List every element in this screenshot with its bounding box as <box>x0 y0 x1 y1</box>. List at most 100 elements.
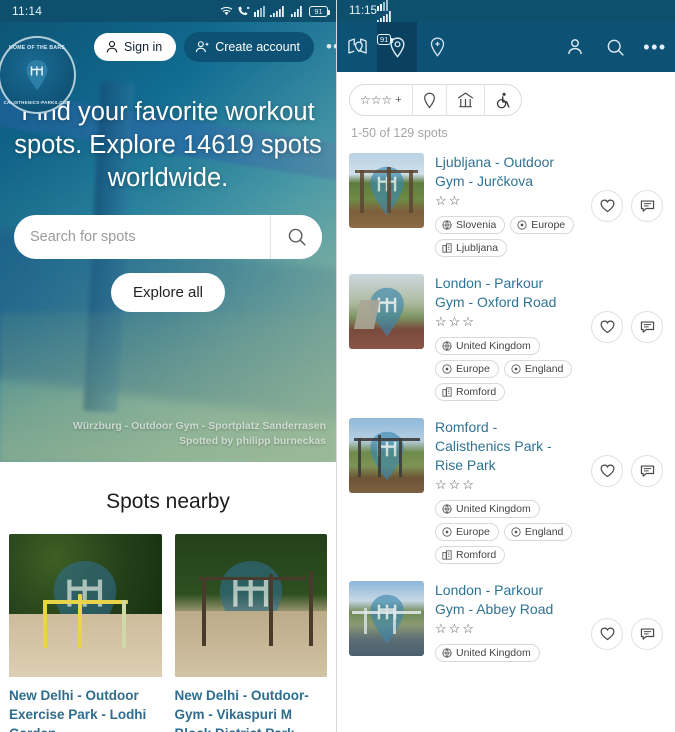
overflow-menu-icon[interactable]: ••• <box>324 37 336 57</box>
list-item[interactable]: Romford - Calisthenics Park - Rise Park … <box>349 413 663 576</box>
facility-filter-button[interactable] <box>447 85 485 115</box>
spot-thumbnail[interactable] <box>349 418 424 494</box>
tag-region[interactable]: England <box>503 360 573 379</box>
explore-all-button[interactable]: Explore all <box>110 273 226 313</box>
spot-rating: ☆☆☆ <box>435 314 476 330</box>
comment-icon <box>640 321 654 333</box>
comment-icon <box>640 628 654 641</box>
nearby-photo[interactable] <box>9 534 162 677</box>
spot-title[interactable]: London - Parkour Gym - Abbey Road <box>435 581 575 618</box>
heart-icon <box>600 465 614 478</box>
comment-button[interactable] <box>631 311 663 344</box>
spot-title[interactable]: Ljubljana - Outdoor Gym - Jurčkova <box>435 153 575 190</box>
hero-photo-location: Würzburg - Outdoor Gym - Sportplatz Sand… <box>72 419 326 432</box>
globe-icon <box>442 220 452 230</box>
app-nav-bar: ••• <box>337 22 675 72</box>
tag-continent[interactable]: Europe <box>435 523 499 542</box>
spot-tags: United Kingdom <box>435 644 575 663</box>
filter-pill-group: ☆☆☆ + <box>349 84 522 116</box>
tag-country[interactable]: United Kingdom <box>435 644 540 663</box>
nav-map-button[interactable] <box>337 22 377 72</box>
spot-rating: ☆☆☆ <box>435 477 476 493</box>
nearby-card-title[interactable]: New Delhi - Outdoor-Gym - Vikaspuri M Bl… <box>175 686 328 732</box>
search-icon <box>288 229 306 247</box>
tag-city[interactable]: Romford <box>435 383 506 402</box>
search-submit-button[interactable] <box>270 215 322 260</box>
heart-icon <box>600 320 614 334</box>
nav-profile-button[interactable] <box>555 22 595 72</box>
tag-region[interactable]: England <box>503 523 573 542</box>
city-icon <box>442 550 452 560</box>
favorite-button[interactable] <box>591 455 623 488</box>
sign-in-button[interactable]: Sign in <box>94 33 177 61</box>
list-item[interactable]: London - Parkour Gym - Abbey Road ☆☆☆ Un… <box>349 576 663 674</box>
tag-label: United Kingdom <box>456 340 531 353</box>
comment-button[interactable] <box>631 190 663 222</box>
nav-add-spot-button[interactable] <box>417 22 457 72</box>
site-logo[interactable]: HOME OF THE BARS CALISTHENICS-PARKS.COM <box>0 36 76 114</box>
filter-bar: ☆☆☆ + <box>337 72 675 116</box>
nav-more-button[interactable]: ••• <box>635 22 675 72</box>
list-item[interactable]: Ljubljana - Outdoor Gym - Jurčkova ☆☆ Sl… <box>349 148 663 269</box>
nav-search-button[interactable] <box>595 22 635 72</box>
circle-dot-icon <box>511 527 521 537</box>
tag-city[interactable]: Ljubljana <box>435 239 508 258</box>
nearby-card-title[interactable]: New Delhi - Outdoor Exercise Park - Lodh… <box>9 686 162 732</box>
right-status-bar: 11:15 91 <box>337 0 675 45</box>
spot-thumbnail[interactable] <box>349 274 424 350</box>
accessibility-filter-button[interactable] <box>485 85 521 115</box>
spot-thumbnail[interactable] <box>349 581 424 657</box>
map-pin-icon <box>347 38 367 54</box>
watermark-pin-icon <box>369 594 404 643</box>
signal-bars-icon <box>376 10 391 22</box>
comment-icon <box>640 200 654 212</box>
favorite-button[interactable] <box>591 190 623 222</box>
location-filter-button[interactable] <box>413 85 447 115</box>
spot-rating: ☆☆☆ <box>435 621 476 637</box>
tag-country[interactable]: United Kingdom <box>435 337 540 356</box>
spots-nearby-title: Spots nearby <box>106 490 230 513</box>
comment-button[interactable] <box>631 455 663 488</box>
spot-tags: Slovenia Europe Ljubljana <box>435 216 575 258</box>
spot-title[interactable]: Romford - Calisthenics Park - Rise Park <box>435 418 575 474</box>
tag-continent[interactable]: Europe <box>510 216 575 235</box>
nav-spots-button[interactable] <box>377 22 417 72</box>
create-account-button[interactable]: Create account <box>184 32 315 62</box>
right-screen-spot-list: 11:15 91 ••• ☆☆☆ + 1-50 of 129 spots Lju… <box>337 0 675 732</box>
tag-country[interactable]: Slovenia <box>435 216 506 235</box>
search-input[interactable] <box>14 215 270 260</box>
tag-country[interactable]: United Kingdom <box>435 500 540 519</box>
wifi-icon <box>220 6 233 15</box>
spot-title[interactable]: London - Parkour Gym - Oxford Road <box>435 274 575 311</box>
logo-top-text: HOME OF THE BARS <box>8 45 66 51</box>
signal-icon <box>254 5 265 17</box>
sign-in-label: Sign in <box>124 40 163 54</box>
spot-thumbnail[interactable] <box>349 153 424 228</box>
nearby-card[interactable]: New Delhi - Outdoor-Gym - Vikaspuri M Bl… <box>174 534 328 732</box>
spot-rating: ☆☆ <box>435 193 463 209</box>
favorite-button[interactable] <box>591 311 623 344</box>
auth-buttons: Sign in Create account ••• <box>94 32 336 62</box>
spot-tags: United Kingdom Europe England Romford <box>435 500 575 565</box>
tag-label: Ljubljana <box>456 242 499 255</box>
watermark-pin-icon <box>54 560 117 651</box>
watermark-pin-icon <box>219 560 282 651</box>
logo-bottom-text: CALISTHENICS-PARKS.COM <box>3 101 71 106</box>
left-status-bar: 11:14 91 <box>0 0 336 22</box>
comment-button[interactable] <box>631 618 663 651</box>
nearby-photo[interactable] <box>174 534 327 677</box>
nearby-card[interactable]: New Delhi - Outdoor Exercise Park - Lodh… <box>9 534 162 732</box>
favorite-button[interactable] <box>591 618 623 651</box>
hero-photo-credit: Würzburg - Outdoor Gym - Sportplatz Sand… <box>73 419 326 451</box>
signal-bars-2-icon <box>291 5 302 17</box>
list-item[interactable]: London - Parkour Gym - Oxford Road ☆☆☆ U… <box>349 269 663 413</box>
circle-dot-icon <box>511 364 521 375</box>
tag-city[interactable]: Romford <box>435 546 506 565</box>
results-count: 1-50 of 129 spots <box>351 126 448 140</box>
rating-filter-button[interactable]: ☆☆☆ + <box>350 85 413 115</box>
tag-continent[interactable]: Europe <box>435 360 499 379</box>
rating-filter-stars: ☆☆☆ <box>360 93 393 107</box>
tag-label: Slovenia <box>456 219 497 232</box>
status-icons: 91 <box>220 5 330 17</box>
